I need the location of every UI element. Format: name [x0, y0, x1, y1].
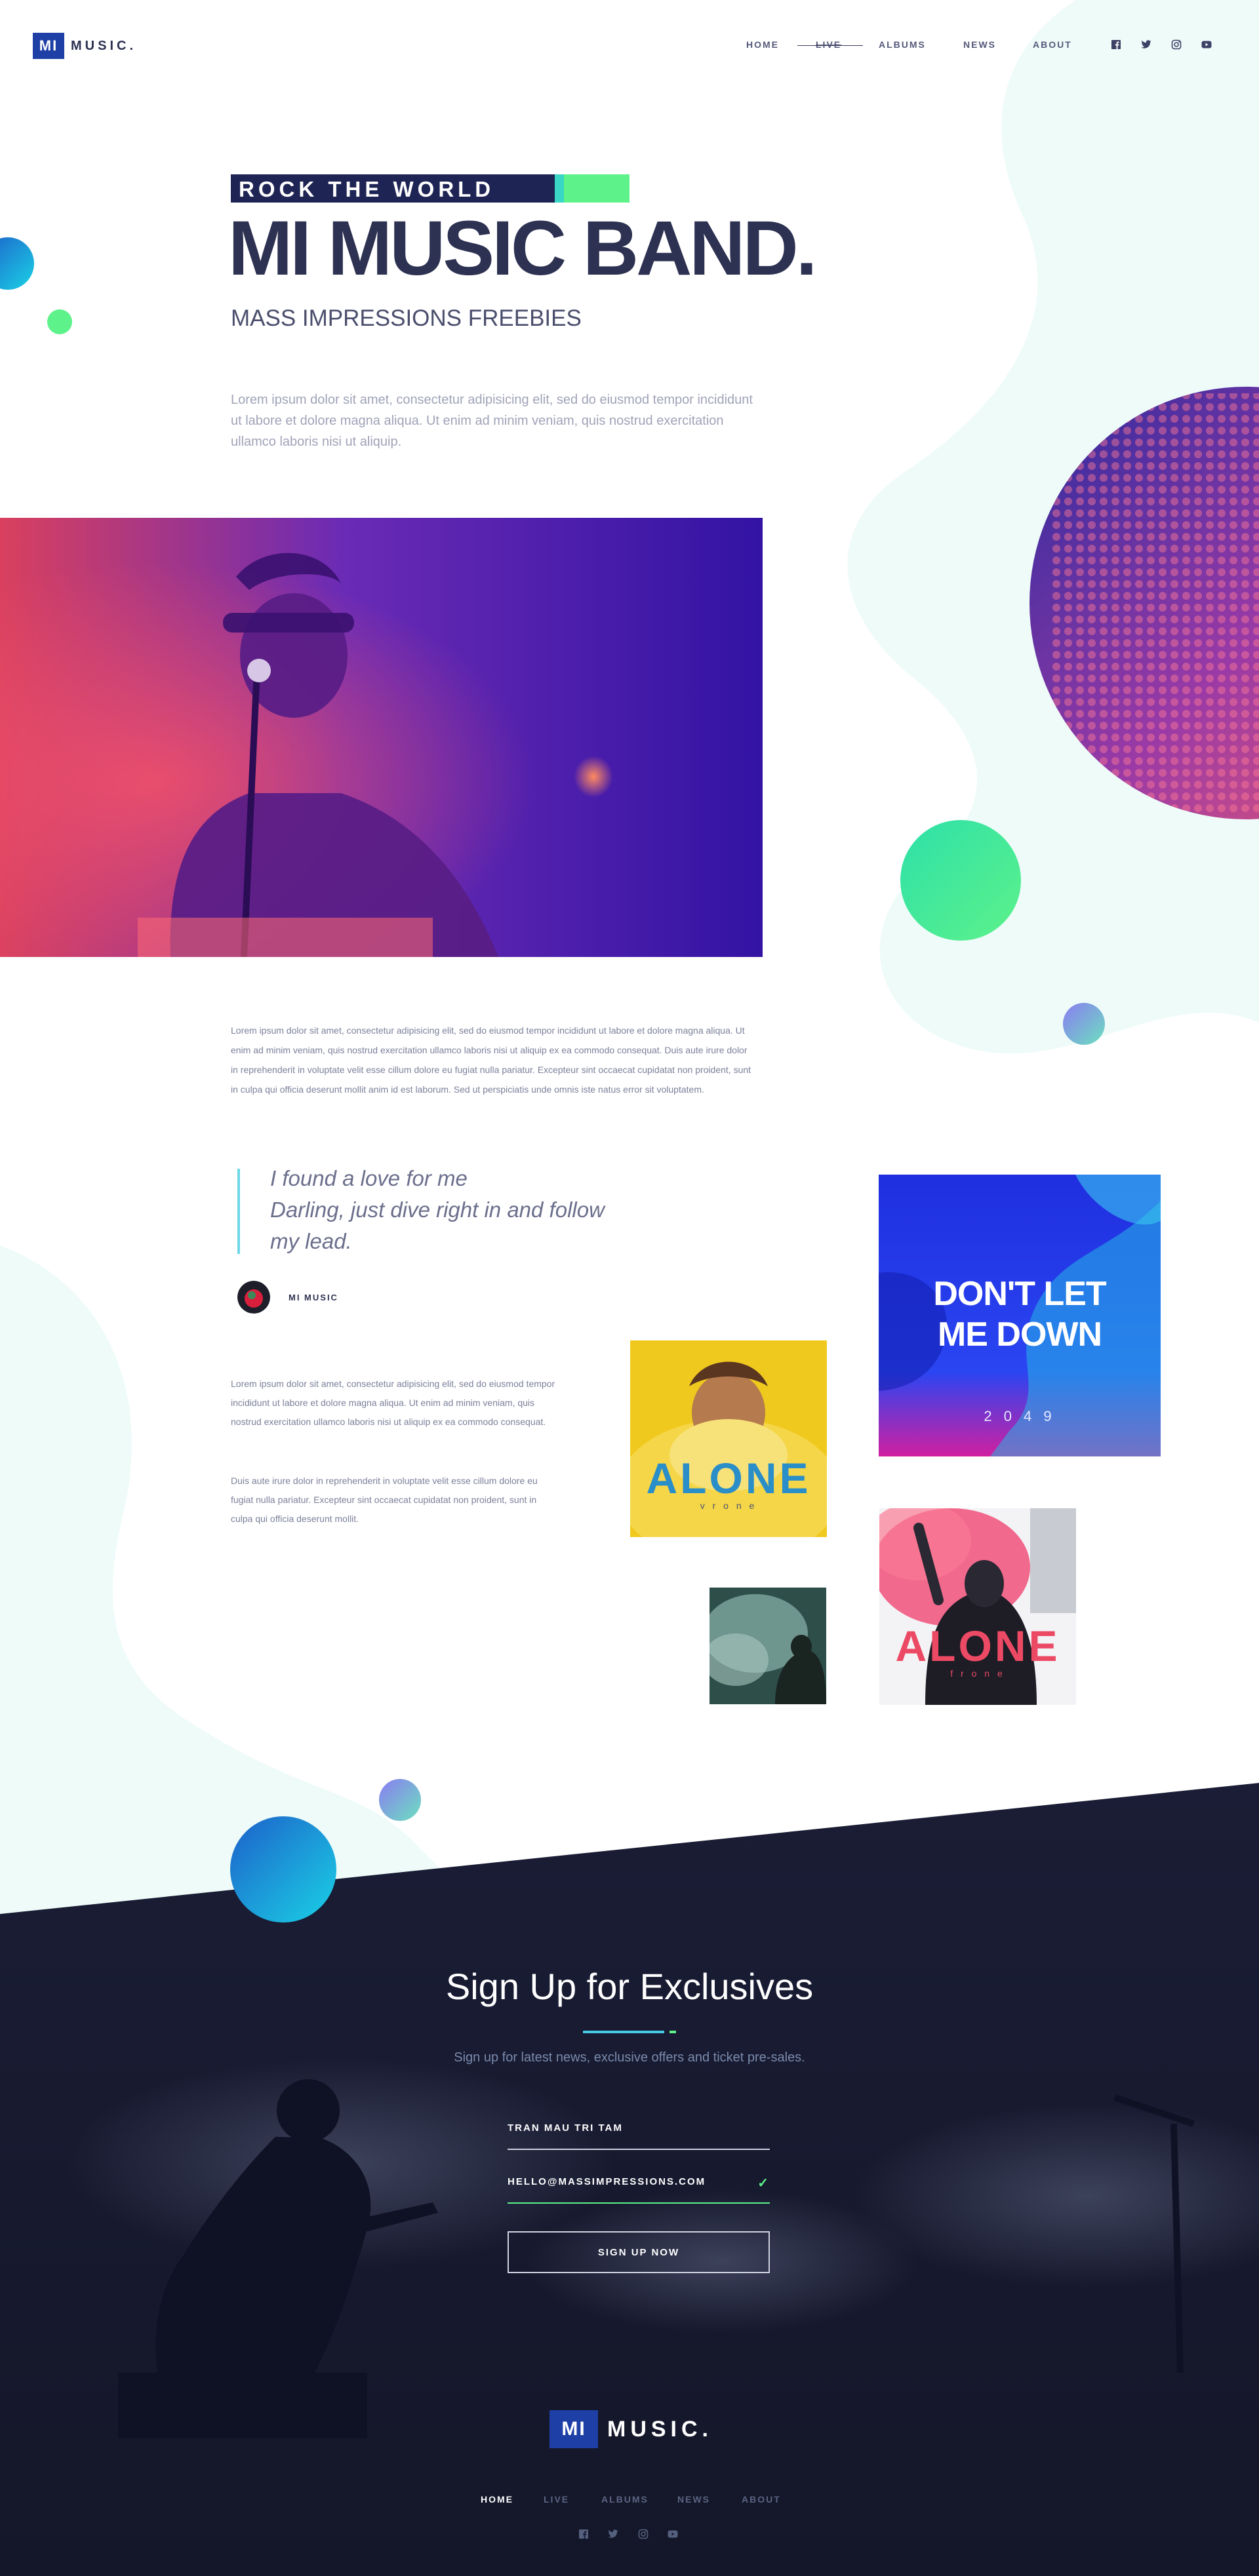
logo-box: MI	[550, 2410, 598, 2448]
hero-tag: ROCK THE WORLD	[239, 177, 495, 201]
nav-albums[interactable]: ALBUMS	[879, 39, 926, 50]
footer-nav-home[interactable]: HOME	[481, 2494, 513, 2505]
album-title: ALONE	[646, 1454, 811, 1502]
album-title-line1: DON'T LET	[933, 1275, 1106, 1313]
signup-title: Sign Up for Exclusives	[445, 1966, 814, 2007]
email-field-value: HELLO@MASSIMPRESSIONS.COM	[508, 2176, 706, 2187]
footer-nav-albums[interactable]: ALBUMS	[601, 2494, 649, 2505]
hero-subtitle: MASS IMPRESSIONS FREEBIES	[231, 305, 582, 331]
name-field[interactable]: TRAN MAU TRI TAM	[508, 2117, 770, 2150]
album-dont-let-me-down[interactable]: DON'T LET ME DOWN 2 0 4 9	[879, 1175, 1161, 1456]
signup-subtitle: Sign up for latest news, exclusive offer…	[454, 2050, 805, 2065]
album-year: 2 0 4 9	[984, 1408, 1056, 1424]
footer-nav-news[interactable]: NEWS	[677, 2494, 710, 2505]
singer-photo	[0, 518, 763, 957]
album-alone-yellow[interactable]: ALONE v r o n e	[630, 1340, 827, 1537]
logo-box: MI	[33, 33, 64, 59]
twitter-icon[interactable]	[1141, 40, 1151, 49]
header-logo[interactable]: MI MUSIC.	[33, 33, 136, 59]
quote-bar	[237, 1169, 240, 1254]
facebook-icon[interactable]	[578, 2529, 589, 2539]
nav-news[interactable]: NEWS	[963, 39, 996, 50]
avatar	[237, 1281, 270, 1314]
content-paragraph-b: Duis aute irure dolor in reprehenderit i…	[231, 1475, 538, 1524]
name-field-value: TRAN MAU TRI TAM	[508, 2122, 623, 2134]
album-title: ALONE	[895, 1622, 1060, 1670]
tagbar-green	[564, 174, 630, 203]
youtube-icon[interactable]	[1201, 41, 1212, 49]
signup-underline	[583, 2031, 664, 2033]
author-name: MI MUSIC	[289, 1293, 338, 1302]
twitter-icon[interactable]	[608, 2529, 618, 2539]
quote-line-1: I found a love for me	[270, 1166, 468, 1190]
album-title-line2: ME DOWN	[937, 1316, 1102, 1354]
footer-logo[interactable]: MI MUSIC.	[550, 2410, 713, 2448]
quote-line-3: my lead.	[270, 1229, 352, 1253]
nav-live[interactable]: LIVE	[816, 39, 841, 50]
album-sub: f r o n e	[950, 1668, 1005, 1679]
quote-line-2: Darling, just dive right in and follow	[270, 1198, 605, 1222]
signup-underline-accent	[669, 2031, 676, 2033]
youtube-icon[interactable]	[668, 2530, 678, 2538]
tagbar-cyan	[555, 174, 564, 203]
hero-title: MI MUSIC BAND.	[228, 205, 818, 292]
email-field[interactable]: HELLO@MASSIMPRESSIONS.COM ✓	[508, 2171, 770, 2204]
check-icon: ✓	[757, 2176, 770, 2191]
hero-paragraph: Lorem ipsum dolor sit amet, consectetur …	[231, 393, 753, 449]
instagram-icon[interactable]	[1171, 39, 1182, 50]
hero-tagbar: ROCK THE WORLD	[231, 174, 630, 203]
footer-nav-live[interactable]: LIVE	[544, 2494, 569, 2505]
content-paragraph: Lorem ipsum dolor sit amet, consectetur …	[231, 1025, 751, 1095]
nav-live-line	[797, 45, 863, 46]
logo-text: MUSIC.	[607, 2416, 713, 2442]
logo-text: MUSIC.	[71, 38, 136, 53]
album-sub: v r o n e	[700, 1500, 757, 1511]
album-smoke-photo[interactable]	[709, 1588, 826, 1704]
facebook-icon[interactable]	[1111, 39, 1121, 50]
quote: I found a love for me Darling, just dive…	[270, 1163, 605, 1257]
signup-button[interactable]: SIGN UP NOW	[508, 2231, 770, 2273]
nav-home[interactable]: HOME	[746, 39, 779, 50]
footer-nav-about[interactable]: ABOUT	[742, 2494, 781, 2505]
content-paragraph-a: Lorem ipsum dolor sit amet, consectetur …	[231, 1378, 555, 1427]
album-alone-red[interactable]: ALONE f r o n e	[879, 1508, 1076, 1705]
instagram-icon[interactable]	[638, 2529, 649, 2539]
nav-about[interactable]: ABOUT	[1033, 39, 1072, 50]
